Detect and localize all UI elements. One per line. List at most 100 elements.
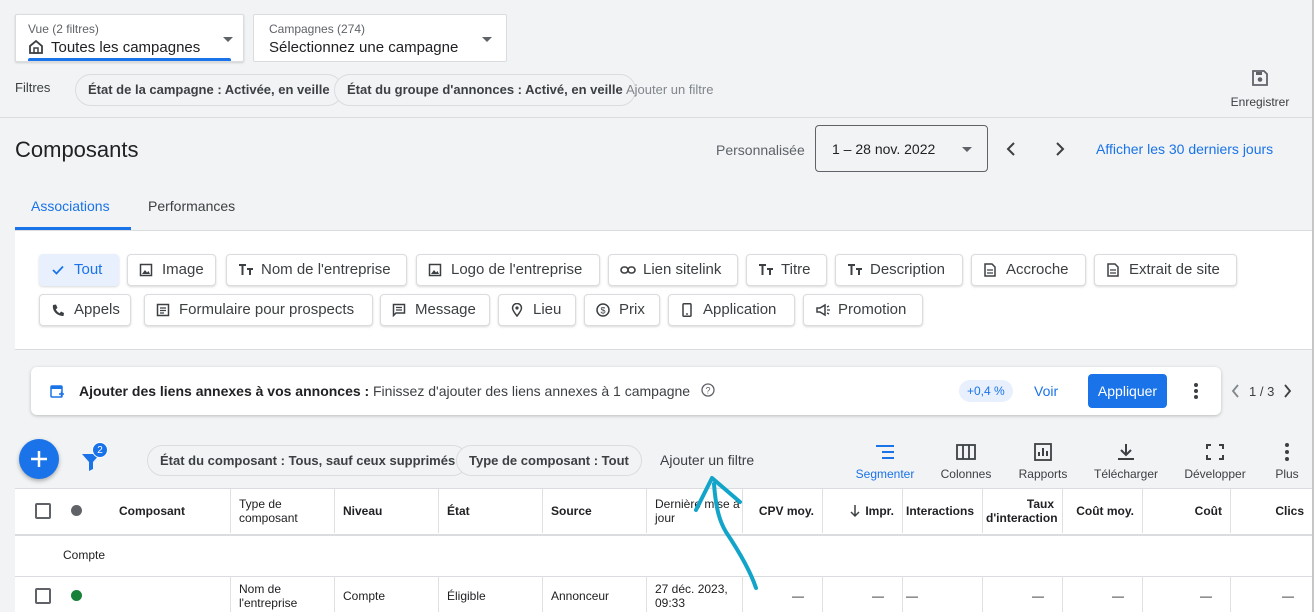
filter-toggle[interactable]: 2 [80, 442, 112, 472]
svg-text:$: $ [600, 306, 605, 316]
campaign-selector-label: Campagnes (274) [269, 22, 366, 36]
annotation-arrow [694, 476, 758, 590]
column-divider[interactable] [1142, 489, 1143, 533]
asset-chip-application[interactable]: Application [668, 294, 795, 326]
asset-chip-tout[interactable]: Tout [39, 254, 119, 286]
cell-divider [1230, 576, 1231, 612]
column-divider[interactable] [230, 489, 231, 533]
column-divider[interactable] [646, 489, 647, 533]
more-label: Plus [1275, 467, 1299, 481]
help-icon[interactable]: ? [701, 383, 715, 397]
next-period-button[interactable] [1050, 140, 1068, 158]
asset-chip-label: Lien sitelink [643, 261, 722, 278]
banner-next-icon[interactable] [1282, 383, 1292, 399]
filter-chip-key: Type de composant : [469, 453, 602, 468]
group-divider [15, 576, 1314, 577]
asset-chip-label: Logo de l'entreprise [451, 261, 583, 278]
column-header-source[interactable]: Source [551, 504, 639, 518]
cell-cost: — [1200, 589, 1212, 603]
columns-button[interactable]: Colonnes [933, 443, 999, 481]
view-selector[interactable]: Vue (2 filtres) Toutes les campagnes [15, 14, 244, 62]
asset-chip-titre[interactable]: Titre [746, 254, 827, 286]
asset-state-filter-chip[interactable]: État du composant : Tous, sauf ceux supp… [147, 445, 469, 476]
asset-chip-message[interactable]: Message [380, 294, 490, 326]
segment-label: Segmenter [855, 467, 915, 481]
asset-chip-prix[interactable]: $ Prix [584, 294, 660, 326]
view-button[interactable]: Voir [1034, 383, 1058, 399]
more-options-icon[interactable] [1189, 382, 1203, 400]
columns-icon [956, 444, 976, 460]
adgroup-state-filter-chip[interactable]: État du groupe d'annonces : Activé, en v… [334, 74, 636, 106]
column-header-asset[interactable]: Composant [119, 504, 207, 518]
last-30-days-link[interactable]: Afficher les 30 derniers jours [1096, 141, 1273, 157]
row-checkbox[interactable] [35, 588, 51, 604]
segment-icon [876, 445, 894, 459]
campaign-state-filter-chip[interactable]: État de la campagne : Activée, en veille [75, 74, 343, 106]
column-divider[interactable] [902, 489, 903, 533]
asset-chip-lieu[interactable]: Lieu [498, 294, 576, 326]
column-divider[interactable] [1062, 489, 1063, 533]
cell-divider [438, 576, 439, 612]
tab-performances[interactable]: Performances [131, 181, 256, 230]
column-header-interactions[interactable]: Interactions [906, 504, 994, 518]
filter-chip-value: Activée, en veille [224, 82, 330, 97]
asset-chip-promotion[interactable]: Promotion [803, 294, 923, 326]
view-selector-underline [28, 58, 231, 61]
reports-button[interactable]: Rapports [1010, 443, 1076, 481]
asset-chip-logo-de-l-entreprise[interactable]: Logo de l'entreprise [416, 254, 600, 286]
asset-chip-lien-sitelink[interactable]: Lien sitelink [608, 254, 738, 286]
phone-icon [51, 303, 65, 317]
asset-chip-label: Formulaire pour prospects [179, 301, 355, 318]
asset-type-filter-chip[interactable]: Type de composant : Tout [456, 445, 642, 476]
download-button[interactable]: Télécharger [1088, 443, 1164, 481]
column-header-level[interactable]: Niveau [343, 504, 431, 518]
tab-associations[interactable]: Associations [15, 181, 131, 230]
column-header-avg-cost[interactable]: Coût moy. [1066, 504, 1134, 518]
asset-chip-nom-de-l-entreprise[interactable]: Nom de l'entreprise [226, 254, 407, 286]
column-header-type[interactable]: Type de composant [239, 497, 327, 525]
banner-pager: 1 / 3 [1249, 384, 1275, 399]
save-button[interactable]: Enregistrer [1224, 68, 1296, 109]
column-divider[interactable] [982, 489, 983, 533]
expand-button[interactable]: Développer [1178, 443, 1252, 481]
chevron-right-icon [1056, 142, 1065, 156]
add-filter-link[interactable]: Ajouter un filtre [626, 82, 713, 97]
column-header-cost[interactable]: Coût [1146, 504, 1222, 518]
banner-prev-icon[interactable] [1231, 383, 1241, 399]
apply-button[interactable]: Appliquer [1088, 374, 1167, 408]
more-button[interactable]: Plus [1266, 443, 1308, 481]
column-divider[interactable] [1230, 489, 1231, 533]
home-icon [28, 39, 44, 55]
column-divider[interactable] [334, 489, 335, 533]
asset-chip-image[interactable]: Image [127, 254, 216, 286]
date-range-picker[interactable]: 1 – 28 nov. 2022 [815, 125, 988, 172]
chevron-left-icon [1006, 142, 1015, 156]
segment-button[interactable]: Segmenter [850, 443, 920, 481]
cell-divider [902, 576, 903, 612]
previous-period-button[interactable] [1003, 140, 1021, 158]
column-divider[interactable] [822, 489, 823, 533]
column-header-rate[interactable]: Taux d'interaction [986, 497, 1058, 525]
cell-divider [1062, 576, 1063, 612]
asset-chip-description[interactable]: Description [835, 254, 963, 286]
column-divider[interactable] [542, 489, 543, 533]
asset-chip-label: Nom de l'entreprise [261, 261, 391, 278]
campaign-selector[interactable]: Campagnes (274) Sélectionnez une campagn… [253, 14, 507, 62]
sort-descending-icon [849, 504, 861, 518]
asset-chip-accroche[interactable]: Accroche [971, 254, 1086, 286]
filter-count-badge: 2 [92, 442, 108, 458]
image-icon [428, 263, 442, 277]
column-header-state[interactable]: État [447, 504, 535, 518]
table-add-filter-link[interactable]: Ajouter un filtre [660, 452, 754, 468]
add-asset-fab[interactable] [19, 439, 59, 479]
select-all-checkbox[interactable] [35, 503, 51, 519]
column-divider[interactable] [438, 489, 439, 533]
save-icon [1224, 68, 1296, 88]
column-header-clicks[interactable]: Clics [1234, 504, 1304, 518]
asset-chip-extrait-de-site[interactable]: Extrait de site [1094, 254, 1237, 286]
expand-label: Développer [1184, 467, 1246, 481]
cell-clicks: — [1282, 589, 1294, 603]
asset-chip-appels[interactable]: Appels [39, 294, 131, 326]
tab-associations-label: Associations [31, 198, 110, 214]
asset-chip-formulaire-pour-prospects[interactable]: Formulaire pour prospects [144, 294, 373, 326]
